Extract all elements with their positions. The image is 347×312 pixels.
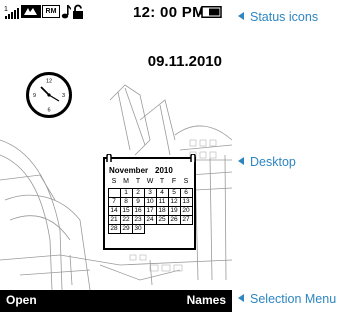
music-note-icon <box>61 5 71 19</box>
pointer-arrow-icon <box>238 157 244 165</box>
callout-label: Selection Menu <box>250 292 337 306</box>
callout-label: Desktop <box>250 155 296 169</box>
status-time: 12: 00 PM <box>133 4 205 21</box>
callout-label: Status icons <box>250 10 319 24</box>
names-softkey[interactable]: Names <box>187 293 226 307</box>
status-bar: 1 RM 12: 00 PM <box>0 0 232 24</box>
calendar-weekdays: S M T W T F S <box>108 178 192 185</box>
weekday-label: S <box>111 178 117 185</box>
svg-text:1: 1 <box>4 6 8 13</box>
weekday-label: T <box>159 178 165 185</box>
battery-icon <box>200 6 222 18</box>
calendar-year: 2010 <box>155 166 173 175</box>
clock-number-12: 12 <box>46 79 52 85</box>
weekday-label: S <box>183 178 189 185</box>
calendar-widget[interactable]: November 2010 S M T W T F S 1 2 3 4 5 6 … <box>103 154 196 250</box>
pointer-arrow-icon <box>238 12 244 20</box>
status-icons-callout: Status icons <box>238 10 318 24</box>
phone-screen: 1 RM 12: 00 PM 09.11.2010 12 3 6 9 Novem… <box>0 0 232 312</box>
weekday-label: T <box>135 178 141 185</box>
weekday-label: F <box>171 178 177 185</box>
open-softkey[interactable]: Open <box>6 293 37 307</box>
desktop-callout: Desktop <box>238 155 296 169</box>
clock-number-3: 3 <box>62 93 65 99</box>
calendar-day: 27 <box>179 214 193 225</box>
pointer-arrow-icon <box>238 294 244 302</box>
selection-menu-callout: Selection Menu <box>238 292 336 306</box>
roaming-icon: RM <box>42 5 60 18</box>
clock-number-9: 9 <box>33 93 36 99</box>
packet-data-icon <box>21 5 41 18</box>
calendar-month: November <box>109 166 149 175</box>
signal-strength-icon: 1 <box>4 6 19 19</box>
calendar-day: 30 <box>131 223 145 234</box>
weekday-label: W <box>146 178 154 185</box>
desktop-date: 09.11.2010 <box>147 53 222 70</box>
weekday-label: M <box>123 178 129 185</box>
analog-clock: 12 3 6 9 <box>26 72 72 118</box>
calendar-grid: 1 2 3 4 5 6 7 8 9 10 11 12 13 14 15 16 1… <box>107 187 193 234</box>
keylock-icon <box>73 4 83 19</box>
clock-number-6: 6 <box>47 108 50 114</box>
selection-menu-bar: Open Names <box>0 290 232 312</box>
